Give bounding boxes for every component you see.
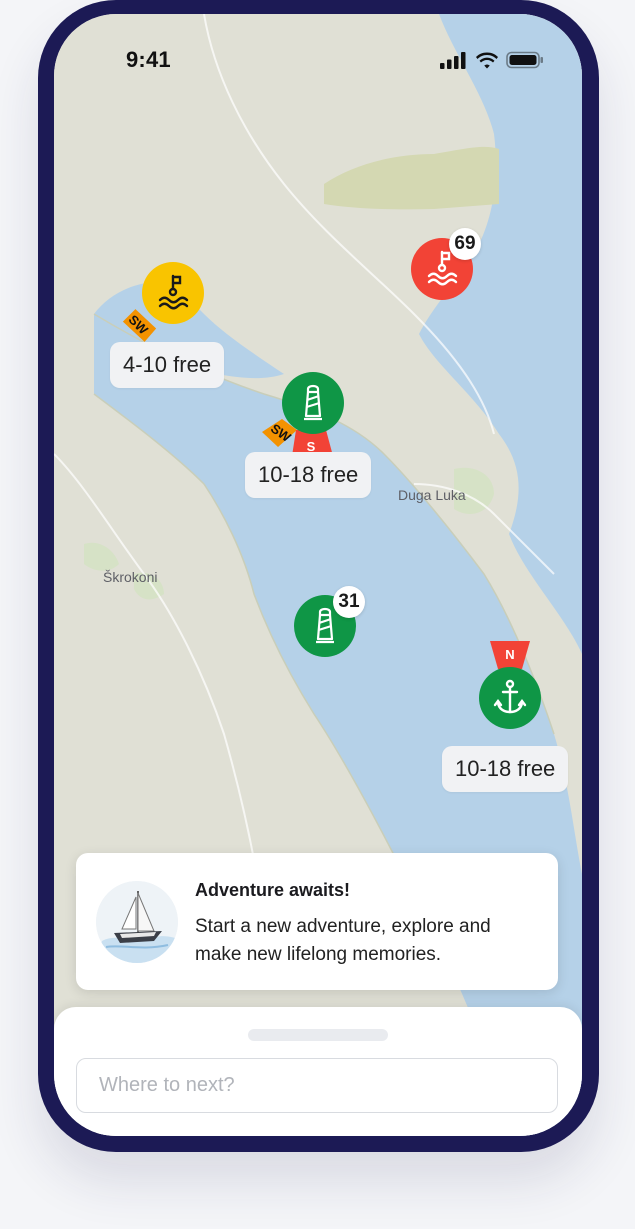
status-time: 9:41 <box>126 47 171 72</box>
availability-label-mooring-yellow[interactable]: 4-10 free <box>110 342 225 388</box>
place-label-duga-luka: Duga Luka <box>398 487 466 503</box>
count-badge: 69 <box>449 228 481 260</box>
anchor-icon <box>479 667 541 729</box>
phone-frame: 9:41 Duga Luka Škrokoni SW 4-10 free 69 … <box>38 0 599 1152</box>
search-input[interactable] <box>76 1058 558 1113</box>
availability-label-marina-green[interactable]: 10-18 free <box>245 452 372 498</box>
map-marker-marina-green[interactable]: SW S <box>258 372 368 462</box>
map-marker-mooring-red[interactable]: 69 <box>411 228 491 300</box>
status-bar: 9:41 <box>54 14 582 104</box>
availability-label-anchorage-green[interactable]: 10-18 free <box>442 746 569 792</box>
sheet-drag-handle[interactable] <box>248 1029 388 1041</box>
svg-text:N: N <box>505 647 514 662</box>
cellular-signal-icon <box>440 52 466 69</box>
promo-card-text: Start a new adventure, explore and make … <box>195 916 491 965</box>
map-marker-mooring-yellow[interactable]: SW <box>120 262 204 342</box>
bottom-sheet <box>54 1007 582 1136</box>
map-marker-anchorage-green[interactable]: N <box>478 641 542 733</box>
battery-icon <box>506 51 543 69</box>
place-label-skrokoni: Škrokoni <box>103 569 158 585</box>
promo-card-title: Adventure awaits! <box>195 880 351 900</box>
status-icons <box>440 51 544 69</box>
marina-lighthouse-icon <box>282 372 344 434</box>
sailboat-illustration <box>96 881 178 963</box>
count-badge: 31 <box>333 586 365 618</box>
promo-card[interactable]: Adventure awaits! Start a new adventure,… <box>76 853 558 990</box>
wifi-icon <box>476 52 498 69</box>
map-marker-marina-green-2[interactable]: 31 <box>294 586 374 660</box>
app-screen: 9:41 Duga Luka Škrokoni SW 4-10 free 69 … <box>54 14 582 1136</box>
mooring-buoy-icon <box>142 262 204 324</box>
